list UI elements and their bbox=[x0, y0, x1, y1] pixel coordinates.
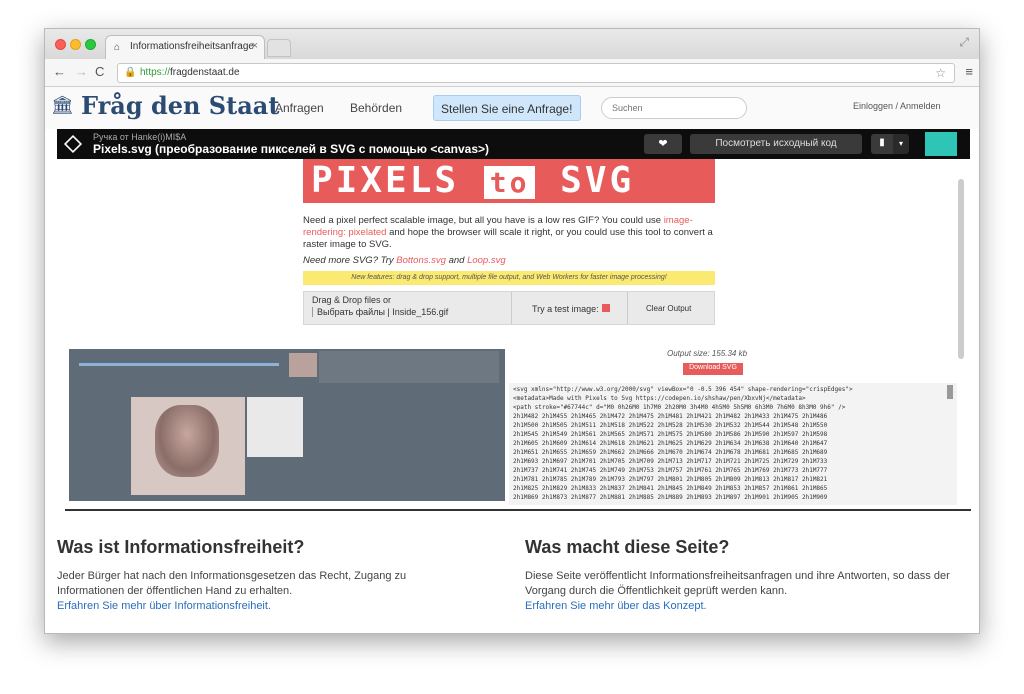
drop-zone[interactable]: Drag & Drop files or Выбрать файлы | Ins… bbox=[304, 292, 512, 324]
preview-scrollbar[interactable] bbox=[958, 179, 964, 359]
nav-behoerden[interactable]: Behörden bbox=[350, 101, 402, 115]
site-brand[interactable]: Fråg den Staat bbox=[81, 91, 279, 120]
tab-strip: ⌂ Informationsfreiheitsanfrage × ⤢ bbox=[45, 29, 979, 59]
test-image-label: Try a test image: bbox=[532, 304, 599, 314]
avatar[interactable] bbox=[925, 132, 957, 156]
url-scheme: https:// bbox=[140, 67, 171, 78]
favicon-icon: ⌂ bbox=[114, 42, 121, 53]
more-prefix: Need more SVG? Try bbox=[303, 255, 394, 266]
building-logo-icon[interactable]: 🏛 bbox=[51, 95, 74, 115]
codepen-logo-icon[interactable] bbox=[63, 134, 83, 154]
more-svg-text: Need more SVG? Try Bottons.svg and Loop.… bbox=[303, 255, 506, 266]
left-section-body: Jeder Bürger hat nach den Informationsge… bbox=[57, 570, 407, 597]
url-host: fragdenstaat.de bbox=[170, 67, 240, 78]
search-input[interactable] bbox=[601, 97, 747, 119]
preview-layer-list bbox=[319, 351, 499, 383]
hamburger-menu-icon[interactable]: ≡ bbox=[965, 64, 973, 79]
pin-dropdown-button[interactable]: ▾ bbox=[893, 134, 909, 154]
browser-window: ⌂ Informationsfreiheitsanfrage × ⤢ ← → C… bbox=[44, 28, 980, 634]
download-svg-button[interactable]: Download SVG bbox=[683, 363, 743, 375]
pen-title: Pixels.svg (преобразование пикселей в SV… bbox=[93, 142, 490, 156]
chevron-down-icon: ▾ bbox=[898, 139, 903, 148]
heart-button[interactable]: ❤ bbox=[644, 134, 682, 154]
bookmark-star-icon[interactable]: ☆ bbox=[935, 66, 946, 80]
code-scrollbar[interactable] bbox=[947, 385, 953, 399]
codepen-embed-header: Ручка от Hanke(i)MI$A Pixels.svg (преобр… bbox=[57, 129, 970, 159]
drop-title: Drag & Drop files or bbox=[312, 295, 392, 305]
test-image-icon bbox=[601, 304, 610, 312]
pen-preview: PIXELS to SVG Need a pixel perfect scala… bbox=[57, 159, 970, 509]
test-image-button[interactable]: Try a test image: bbox=[512, 292, 628, 324]
zoom-window-button[interactable] bbox=[85, 39, 96, 50]
close-window-button[interactable] bbox=[55, 39, 66, 50]
nav-anfragen[interactable]: Anfragen bbox=[275, 101, 324, 115]
banner-svg: SVG bbox=[560, 160, 635, 201]
preview-toolbar bbox=[79, 363, 279, 366]
embed-divider bbox=[65, 509, 971, 511]
site-header: 🏛 Fråg den Staat Anfragen Behörden Stell… bbox=[45, 87, 979, 129]
browser-tab[interactable]: ⌂ Informationsfreiheitsanfrage × bbox=[105, 35, 265, 59]
new-tab-button[interactable] bbox=[267, 39, 291, 57]
intro-text: Need a pixel perfect scalable image, but… bbox=[303, 215, 715, 251]
intro-part-1: Need a pixel perfect scalable image, but… bbox=[303, 215, 662, 226]
back-arrow-icon[interactable]: ← bbox=[53, 64, 66, 79]
view-source-button[interactable]: Посмотреть исходный код bbox=[690, 134, 862, 154]
more-and: and bbox=[448, 255, 465, 266]
pixels-to-svg-banner: PIXELS to SVG bbox=[303, 159, 715, 203]
pin-icon: ▮ bbox=[879, 137, 885, 148]
left-section-title: Was ist Informationsfreiheit? bbox=[57, 537, 305, 557]
banner-pixels: PIXELS bbox=[311, 160, 460, 201]
preview-thumbnail bbox=[289, 353, 317, 377]
forward-arrow-icon[interactable]: → bbox=[75, 64, 88, 79]
minimize-window-button[interactable] bbox=[70, 39, 81, 50]
login-link[interactable]: Einloggen / Anmelden bbox=[853, 101, 941, 111]
fullscreen-icon[interactable]: ⤢ bbox=[959, 35, 969, 50]
new-request-button[interactable]: Stellen Sie eine Anfrage! bbox=[433, 95, 581, 121]
portrait-image bbox=[155, 405, 219, 477]
loop-svg-link[interactable]: Loop.svg bbox=[467, 255, 506, 266]
svg-output-code[interactable]: <svg xmlns="http://www.w3.org/2000/svg" … bbox=[509, 383, 957, 505]
preview-dialog bbox=[247, 397, 303, 457]
right-section-title: Was macht diese Seite? bbox=[525, 537, 730, 557]
left-section-text: Jeder Bürger hat nach den Informationsge… bbox=[57, 569, 467, 614]
file-input-row: Drag & Drop files or Выбрать файлы | Ins… bbox=[303, 291, 715, 325]
tab-title: Informationsfreiheitsanfrage bbox=[130, 41, 254, 52]
lock-icon: 🔒 bbox=[124, 67, 137, 78]
right-section-link[interactable]: Erfahren Sie mehr über das Konzept. bbox=[525, 600, 707, 612]
browser-toolbar: ← → C 🔒 https://fragdenstaat.de ☆ ≡ bbox=[45, 59, 979, 87]
feature-notice: New features: drag & drop support, multi… bbox=[303, 271, 715, 285]
right-section-text: Diese Seite veröffentlicht Informationsf… bbox=[525, 569, 970, 614]
reload-icon[interactable]: C bbox=[95, 64, 104, 79]
right-section-body: Diese Seite veröffentlicht Informationsf… bbox=[525, 570, 950, 597]
address-bar[interactable]: 🔒 https://fragdenstaat.de ☆ bbox=[117, 63, 955, 83]
output-size: Output size: 155.34 kb bbox=[667, 349, 748, 358]
pin-button[interactable]: ▮ bbox=[871, 134, 893, 154]
close-icon[interactable]: × bbox=[252, 40, 258, 52]
banner-to: to bbox=[483, 166, 536, 199]
heart-icon: ❤ bbox=[658, 138, 668, 150]
bottons-svg-link[interactable]: Bottons.svg bbox=[396, 255, 446, 266]
source-image-preview bbox=[69, 349, 505, 501]
file-chooser[interactable]: Выбрать файлы | Inside_156.gif bbox=[312, 307, 503, 317]
left-section-link[interactable]: Erfahren Sie mehr über Informationsfreih… bbox=[57, 600, 271, 612]
pen-author[interactable]: Ручка от Hanke(i)MI$A bbox=[93, 132, 186, 142]
clear-output-button[interactable]: Clear Output bbox=[628, 292, 716, 324]
